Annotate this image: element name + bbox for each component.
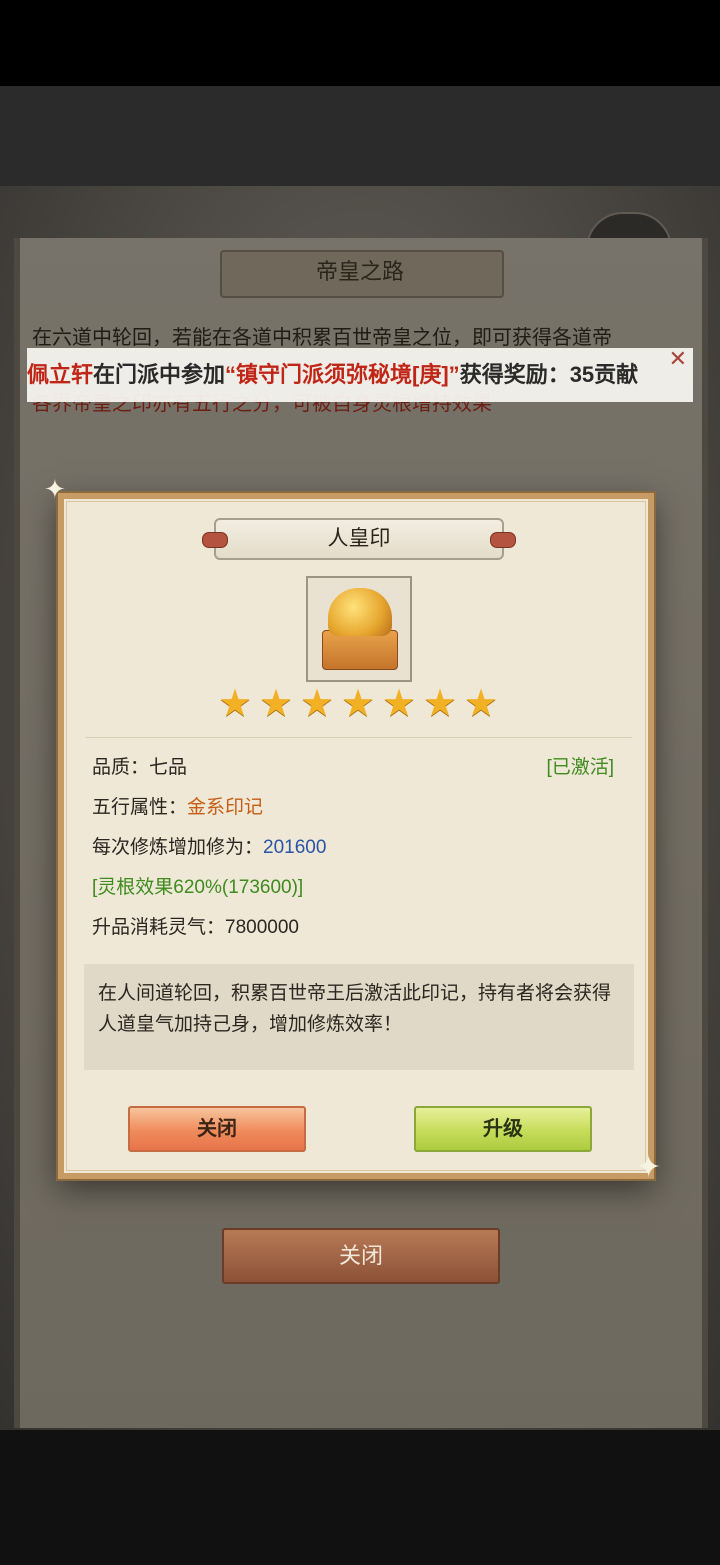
background-title: 帝皇之路 bbox=[315, 259, 404, 284]
star-icon: ★ bbox=[218, 683, 253, 725]
imperial-seal-icon bbox=[306, 576, 412, 682]
status-badge: [已激活] bbox=[546, 757, 614, 778]
sparkle-icon: ✦ bbox=[44, 474, 66, 504]
top-dark-band bbox=[0, 86, 720, 186]
dialog-title: 人皇印 bbox=[327, 527, 391, 550]
upgrade-button[interactable]: 升级 bbox=[414, 1106, 592, 1152]
quality-value: 七品 bbox=[149, 757, 188, 778]
marquee-text-2: 获得奖励：35贡献 bbox=[459, 362, 639, 387]
quality-row: 品质：七品 bbox=[92, 754, 187, 782]
upgrade-cost-label: 升品消耗灵气： bbox=[92, 917, 226, 938]
element-row: 五行属性：金系印记 bbox=[92, 794, 263, 822]
element-label: 五行属性： bbox=[92, 797, 188, 818]
upgrade-cost-row: 升品消耗灵气：7800000 bbox=[92, 914, 299, 942]
close-icon[interactable]: ✕ bbox=[669, 348, 687, 370]
upgrade-cost-value: 7800000 bbox=[225, 917, 299, 938]
seal-base bbox=[322, 630, 398, 670]
star-icon: ★ bbox=[259, 683, 294, 725]
marquee-banner: 佩立轩在门派中参加“镇守门派须弥秘境[庚]”获得奖励：35贡献 ✕ bbox=[27, 348, 693, 402]
marquee-event: “镇守门派须弥秘境[庚]” bbox=[225, 362, 460, 387]
star-icon: ★ bbox=[382, 683, 417, 725]
star-icon: ★ bbox=[423, 683, 458, 725]
cultivation-label: 每次修炼增加修为： bbox=[92, 837, 264, 858]
seal-top bbox=[328, 588, 392, 636]
item-description: 在人间道轮回，积累百世帝王后激活此印记，持有者将会获得人道皇气加持己身，增加修炼… bbox=[98, 983, 612, 1035]
background-close-button[interactable]: 关闭 bbox=[222, 1228, 500, 1284]
marquee-text: 佩立轩在门派中参加“镇守门派须弥秘境[庚]”获得奖励：35贡献 bbox=[27, 348, 638, 402]
star-icon: ★ bbox=[464, 683, 499, 725]
cultivation-row: 每次修炼增加修为：201600 bbox=[92, 834, 326, 862]
star-rating: ★ ★ ★ ★ ★ ★ ★ bbox=[218, 684, 502, 726]
cultivation-value: 201600 bbox=[263, 837, 327, 858]
sparkle-icon: ✦ bbox=[636, 1151, 662, 1184]
star-icon: ★ bbox=[341, 683, 376, 725]
element-value: 金系印记 bbox=[187, 797, 264, 818]
spirit-root-effect: [灵根效果620%(173600)] bbox=[92, 877, 304, 898]
item-description-box: 在人间道轮回，积累百世帝王后激活此印记，持有者将会获得人道皇气加持己身，增加修炼… bbox=[84, 964, 634, 1070]
close-button[interactable]: 关闭 bbox=[128, 1106, 306, 1152]
bottom-black-band bbox=[0, 1430, 720, 1565]
top-black-band bbox=[0, 0, 720, 86]
divider bbox=[86, 737, 632, 738]
marquee-player: 佩立轩 bbox=[27, 362, 94, 387]
quality-label: 品质： bbox=[92, 757, 150, 778]
marquee-text-1: 在门派中参加 bbox=[93, 362, 226, 387]
star-icon: ★ bbox=[300, 683, 335, 725]
